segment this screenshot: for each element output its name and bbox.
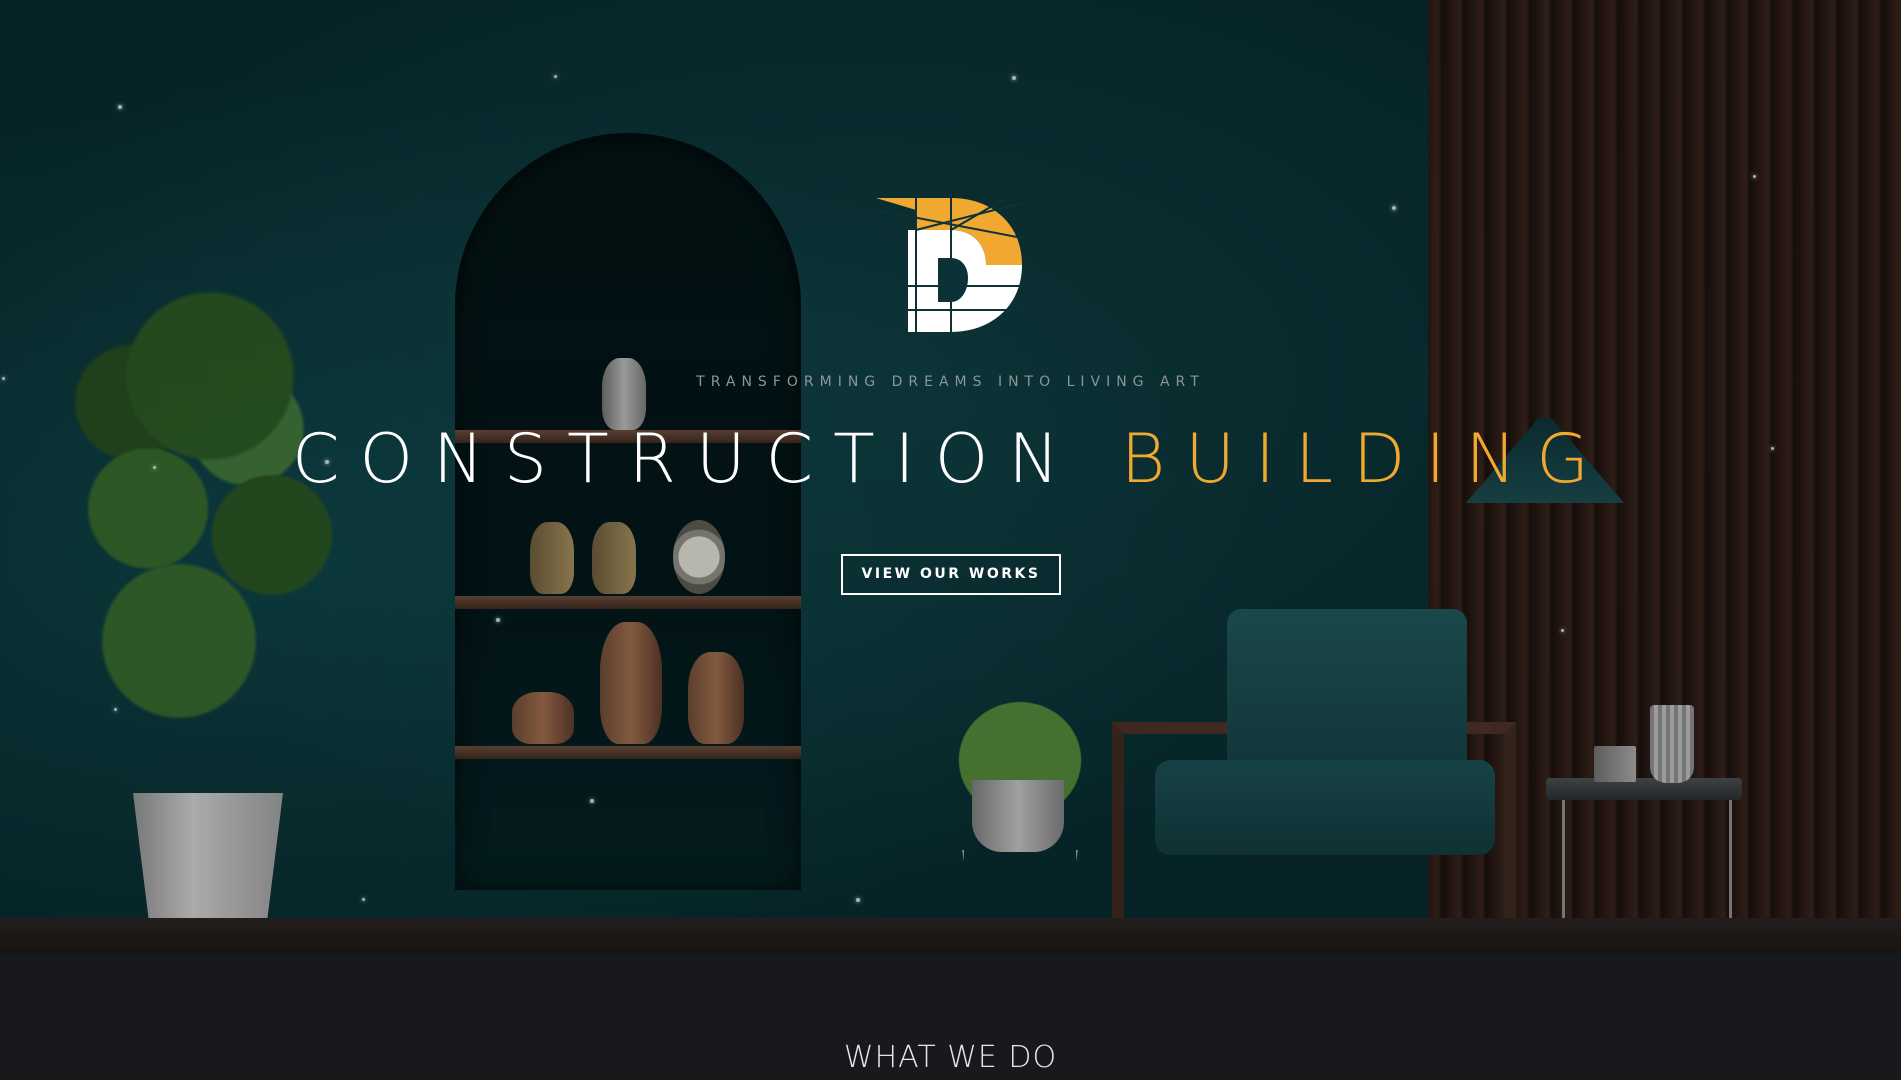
view-our-works-button[interactable]: VIEW OUR WORKS (841, 554, 1061, 595)
hero-tagline: TRANSFORMING DREAMS INTO LIVING ART (696, 374, 1205, 390)
d-monogram-logo-icon[interactable] (875, 197, 1026, 332)
hero-section: TRANSFORMING DREAMS INTO LIVING ART CONS… (0, 0, 1901, 953)
headline-main: CONSTRUCTION (292, 420, 1080, 499)
section-title: WHAT WE DO (843, 1040, 1058, 1075)
headline-accent: BUILDING (1120, 420, 1609, 499)
hero-headline: CONSTRUCTION BUILDING (0, 420, 1901, 499)
